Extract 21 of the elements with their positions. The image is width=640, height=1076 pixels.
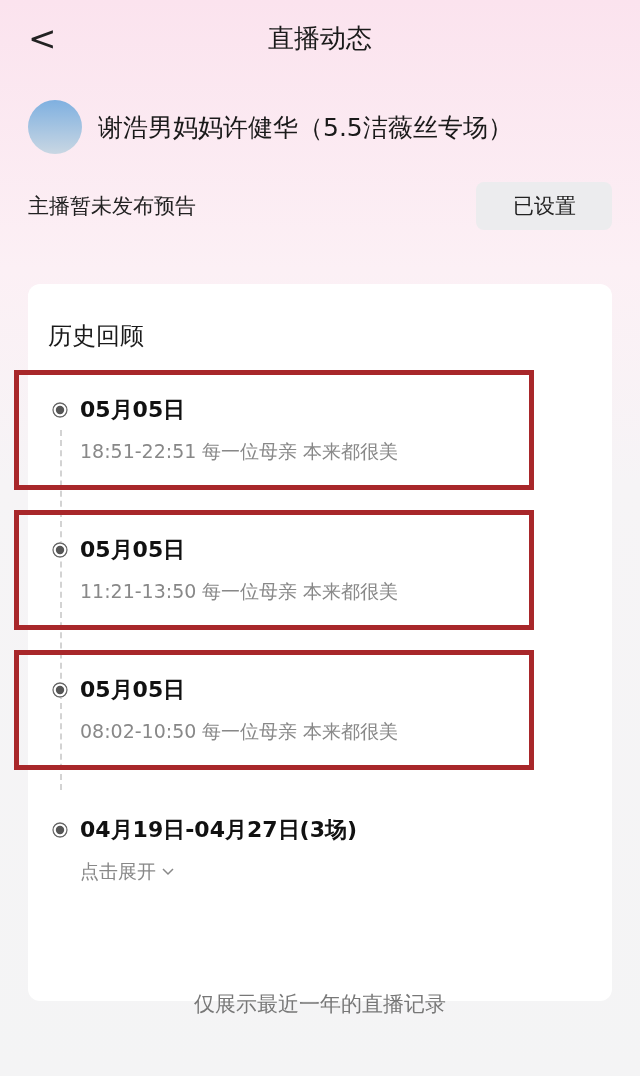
preview-notice: 主播暂未发布预告 [28, 193, 196, 220]
avatar-photo-placeholder [28, 100, 82, 154]
session-date: 05月05日 [80, 396, 186, 424]
session-date: 05月05日 [80, 676, 186, 704]
streamer-name: 谢浩男妈妈许健华（5.5洁薇丝专场） [98, 111, 513, 144]
back-button[interactable]: < [22, 18, 63, 58]
session-detail: 18:51-22:51 每一位母亲 本来都很美 [79, 439, 400, 464]
timeline-dot-icon [52, 402, 68, 418]
timeline-dot-icon [52, 822, 68, 838]
expand-link[interactable]: 点击展开 [80, 859, 174, 885]
timeline-dot-icon [52, 682, 68, 698]
chevron-down-icon [162, 868, 174, 876]
session-date: 04月19日-04月27日(3场) [80, 816, 357, 844]
session-date: 05月05日 [80, 536, 186, 564]
set-button[interactable]: 已设置 [476, 182, 612, 230]
timeline-dot-icon [52, 542, 68, 558]
section-title: 历史回顾 [47, 321, 145, 352]
page-title: 直播动态 [268, 21, 372, 55]
session-detail: 08:02-10:50 每一位母亲 本来都很美 [79, 719, 400, 744]
session-detail: 11:21-13:50 每一位母亲 本来都很美 [79, 579, 400, 604]
history-footer-note: 仅展示最近一年的直播记录 [193, 991, 447, 1018]
